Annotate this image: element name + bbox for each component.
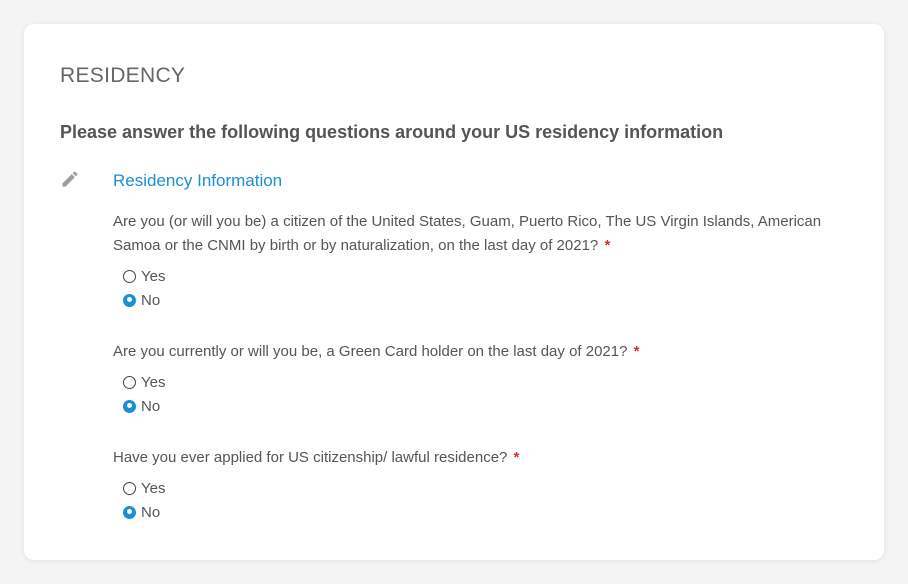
radio-button-checked[interactable] bbox=[123, 505, 136, 519]
radio-button-checked[interactable] bbox=[123, 399, 136, 413]
option-label: Yes bbox=[141, 479, 166, 497]
question-label: Are you currently or will you be, a Gree… bbox=[113, 343, 628, 360]
radio-option-yes[interactable]: Yes bbox=[123, 370, 853, 394]
radio-button-checked[interactable] bbox=[123, 293, 136, 307]
option-label: No bbox=[141, 291, 161, 309]
radio-button[interactable] bbox=[123, 269, 136, 283]
radio-button[interactable] bbox=[123, 375, 136, 389]
question-us-citizen: Are you (or will you be) a citizen of th… bbox=[113, 210, 853, 312]
question-label: Are you (or will you be) a citizen of th… bbox=[113, 213, 822, 254]
option-label: Yes bbox=[141, 267, 166, 285]
radio-option-no[interactable]: No bbox=[123, 288, 853, 312]
question-applied-citizenship: Have you ever applied for US citizenship… bbox=[113, 446, 853, 524]
residency-card: RESIDENCY Please answer the following qu… bbox=[24, 24, 884, 560]
pencil-icon[interactable] bbox=[60, 169, 80, 189]
radio-button[interactable] bbox=[123, 481, 136, 495]
required-marker: * bbox=[604, 237, 611, 254]
question-text: Are you currently or will you be, a Gree… bbox=[113, 340, 853, 364]
section-intro: Please answer the following questions ar… bbox=[60, 122, 724, 142]
required-marker: * bbox=[513, 449, 520, 466]
question-green-card: Are you currently or will you be, a Gree… bbox=[113, 340, 853, 418]
subsection-title: Residency Information bbox=[113, 171, 283, 190]
radio-option-no[interactable]: No bbox=[123, 500, 853, 524]
residency-form: Residency Information Are you (or will y… bbox=[113, 170, 853, 552]
option-label: No bbox=[141, 503, 161, 521]
option-label: Yes bbox=[141, 373, 166, 391]
question-text: Are you (or will you be) a citizen of th… bbox=[113, 210, 853, 258]
section-title: RESIDENCY bbox=[60, 64, 186, 87]
required-marker: * bbox=[633, 343, 640, 360]
radio-option-yes[interactable]: Yes bbox=[123, 476, 853, 500]
radio-option-yes[interactable]: Yes bbox=[123, 264, 853, 288]
radio-option-no[interactable]: No bbox=[123, 394, 853, 418]
option-label: No bbox=[141, 397, 161, 415]
question-label: Have you ever applied for US citizenship… bbox=[113, 449, 508, 466]
question-text: Have you ever applied for US citizenship… bbox=[113, 446, 853, 470]
